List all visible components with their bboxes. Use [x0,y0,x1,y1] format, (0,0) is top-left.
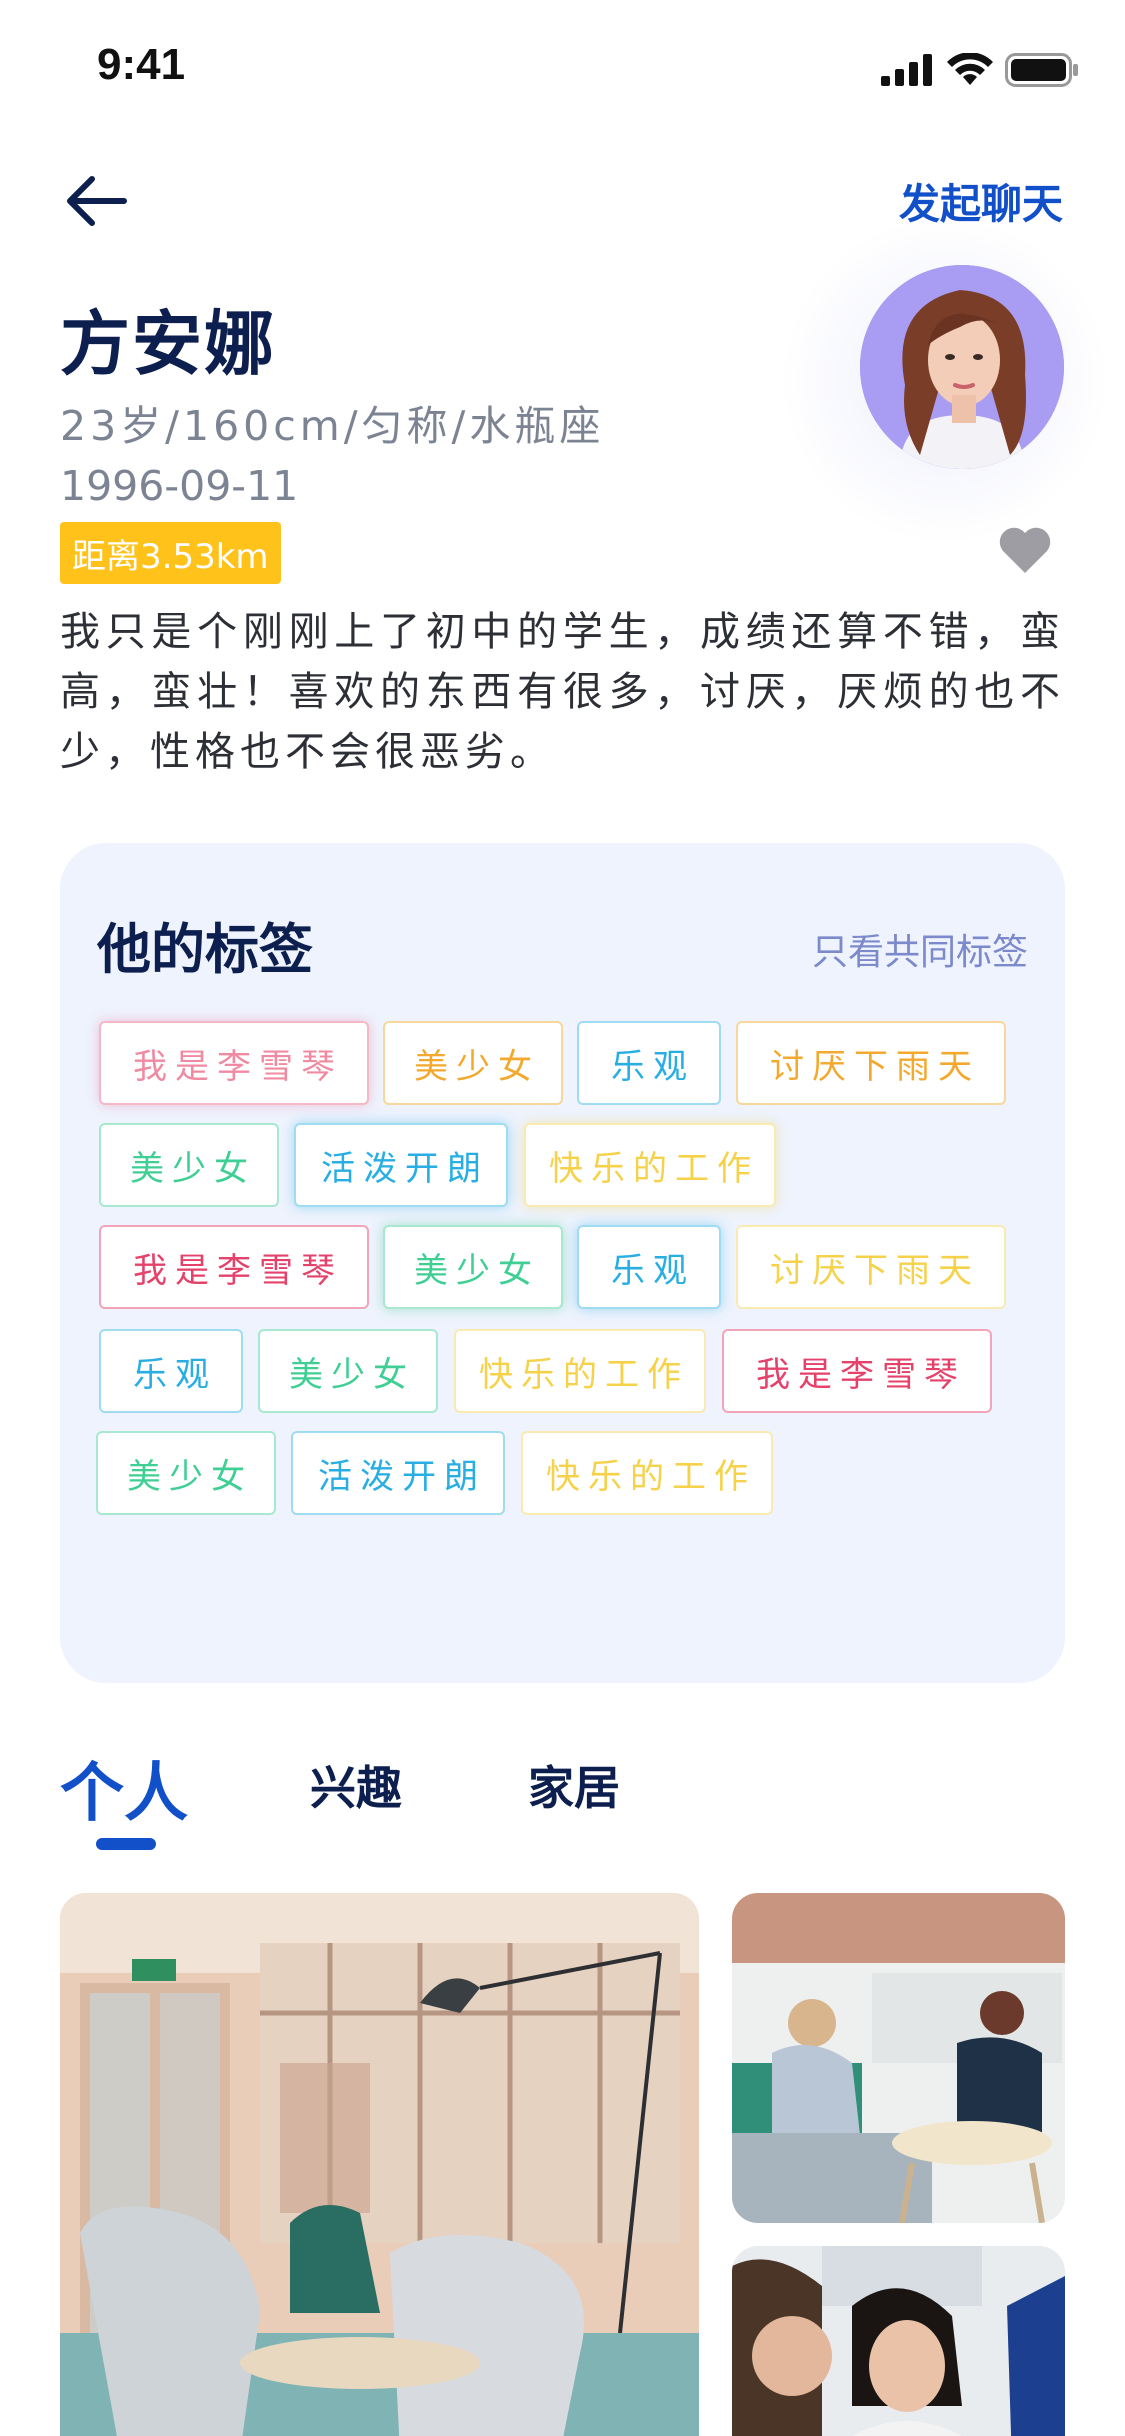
meeting-photo [732,1893,1065,2223]
heart-icon [999,527,1051,573]
tag-section-title: 他的标签 [97,918,313,981]
favorite-button[interactable] [997,525,1057,581]
tag[interactable]: 美少女 [258,1329,438,1413]
tab-indicator [96,1838,156,1850]
profile-meta: 23岁/160cm/匀称/水瓶座 [60,402,605,450]
avatar[interactable] [860,265,1064,469]
avatar-image [860,265,1064,469]
tag[interactable]: 乐观 [99,1329,243,1413]
tag[interactable]: 讨厌下雨天 [736,1225,1006,1309]
gallery-photo[interactable] [732,1893,1065,2223]
tag[interactable]: 我是李雪琴 [722,1329,992,1413]
tag[interactable]: 美少女 [383,1225,563,1309]
profile-name: 方安娜 [60,303,276,385]
status-icons [881,52,1079,88]
office-photo [60,1893,699,2436]
tag[interactable]: 活泼开朗 [291,1431,505,1515]
tag[interactable]: 美少女 [96,1431,276,1515]
profile-birthday: 1996-09-11 [60,462,299,510]
tab-home[interactable]: 家居 [528,1752,620,1818]
common-tags-filter[interactable]: 只看共同标签 [812,923,1028,975]
tag[interactable]: 我是李雪琴 [99,1021,369,1105]
tag[interactable]: 讨厌下雨天 [736,1021,1006,1105]
tab-interests[interactable]: 兴趣 [310,1752,402,1818]
women-photo [732,2246,1065,2436]
distance-badge: 距离3.53km [60,522,281,584]
battery-icon [1005,53,1078,87]
gallery-photo[interactable] [732,2246,1065,2436]
tag[interactable]: 乐观 [577,1021,721,1105]
tag[interactable]: 活泼开朗 [294,1123,508,1207]
tag[interactable]: 美少女 [383,1021,563,1105]
wifi-icon [947,53,993,85]
signal-icon [881,54,932,86]
status-time: 9:41 [97,40,186,89]
status-bar: 9:41 [0,0,1125,132]
tab-personal[interactable]: 个人 [60,1742,188,1834]
arrow-left-icon [67,176,127,226]
tag[interactable]: 快乐的工作 [521,1431,773,1515]
tag[interactable]: 快乐的工作 [454,1329,706,1413]
tag[interactable]: 快乐的工作 [524,1123,776,1207]
gallery-photo[interactable] [60,1893,699,2436]
tag[interactable]: 我是李雪琴 [99,1225,369,1309]
tag[interactable]: 美少女 [99,1123,279,1207]
back-button[interactable] [60,168,132,234]
tag[interactable]: 乐观 [577,1225,721,1309]
profile-bio: 我只是个刚刚上了初中的学生，成绩还算不错，蛮高，蛮壮！喜欢的东西有很多，讨厌，厌… [60,609,1065,775]
tag-card: 他的标签 只看共同标签 我是李雪琴 美少女 乐观 讨厌下雨天 美少女 活泼开朗 … [60,843,1065,1683]
